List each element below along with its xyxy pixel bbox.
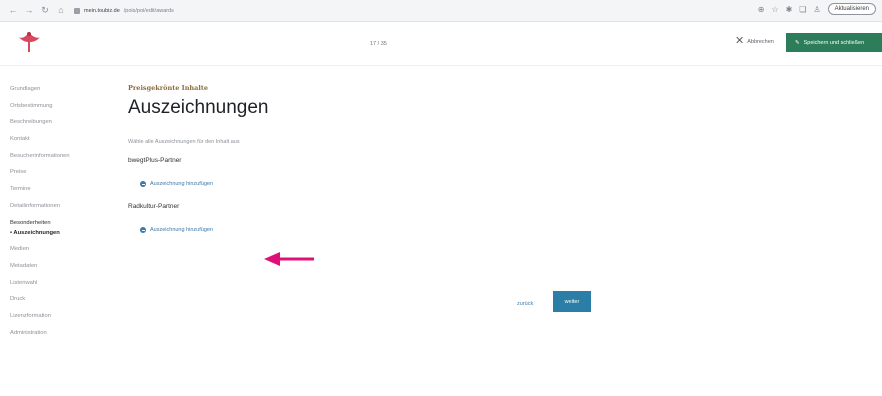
url-path: /pois/poi/edit/awards — [123, 7, 174, 14]
app-header: 17 / 35 ✕ Abbrechen ✎ Speichern und schl… — [0, 22, 882, 66]
sidebar-item-lizenzformation[interactable]: Lizenzformation — [10, 311, 110, 328]
sidebar-item-listenwahl[interactable]: Listenwahl — [10, 278, 110, 295]
sidebar-item-termine[interactable]: Termine — [10, 184, 110, 201]
app-frame: ← → ↻ ⌂ mein.toubiz.de /pois/poi/edit/aw… — [0, 0, 882, 396]
back-link[interactable]: zurück — [517, 301, 533, 307]
sidebar-item-administration[interactable]: Administration — [10, 328, 110, 345]
intro-text: Wähle alle Auszeichnungen für den Inhalt… — [128, 139, 240, 145]
star-icon[interactable]: ☆ — [771, 5, 778, 14]
sidebar-item-druck[interactable]: Druck — [10, 294, 110, 311]
sidebar-item-besucherinformationen[interactable]: Besucherinformationen — [10, 151, 110, 168]
browser-nav: ← → ↻ ⌂ — [8, 5, 66, 16]
section-eyebrow: Preisgekrönte Inhalte — [128, 84, 208, 92]
add-award-link[interactable]: Auszeichnung hinzufügen — [140, 181, 528, 187]
plus-circle-icon — [140, 181, 146, 187]
award-group-label: Radkultur-Partner — [128, 203, 180, 210]
step-progress: 17 / 35 — [370, 41, 387, 47]
profile-icon[interactable]: ♙ — [813, 5, 820, 14]
sidebar-item-preise[interactable]: Preise — [10, 167, 110, 184]
sidebar-item-detailinformationen[interactable]: Detailinformationen — [10, 201, 110, 218]
zoom-icon[interactable]: ⊕ — [758, 5, 765, 14]
sidebar-item-medien[interactable]: Medien — [10, 244, 110, 261]
tabs-icon[interactable]: ❏ — [799, 5, 806, 14]
browser-actions: ⊕ ☆ ✱ ❏ ♙ Aktualisieren — [758, 3, 876, 15]
home-icon[interactable]: ⌂ — [56, 5, 66, 16]
sidebar-item-ortsbestimmung[interactable]: Ortsbestimmung — [10, 101, 110, 118]
sidebar-item-beschreibungen[interactable]: Beschreibungen — [10, 117, 110, 134]
main-content: Preisgekrönte Inhalte Auszeichnungen Wäh… — [128, 84, 528, 249]
page-title: Auszeichnungen — [128, 97, 269, 118]
cancel-button[interactable]: ✕ Abbrechen — [735, 36, 774, 47]
award-group-label: bwegtPlus-Partner — [128, 157, 182, 164]
back-arrow-icon[interactable]: ← — [8, 5, 18, 16]
sidebar-item-grundlagen[interactable]: Grundlagen — [10, 84, 110, 101]
address-bar[interactable]: mein.toubiz.de /pois/poi/edit/awards — [74, 7, 174, 14]
forward-arrow-icon[interactable]: → — [24, 5, 34, 16]
browser-toolbar: ← → ↻ ⌂ mein.toubiz.de /pois/poi/edit/aw… — [0, 0, 882, 22]
lock-icon — [74, 7, 80, 14]
reload-icon[interactable]: ↻ — [40, 5, 50, 16]
add-award-link[interactable]: Auszeichnung hinzufügen — [140, 227, 528, 233]
sidebar-subitem-auszeichnungen[interactable]: • Auszeichnungen — [10, 228, 110, 240]
extensions-icon[interactable]: ✱ — [786, 5, 793, 14]
sidebar-subitem-wrapper: • Auszeichnungen — [10, 228, 110, 244]
ladybug-logo-icon[interactable] — [16, 28, 42, 54]
pencil-icon: ✎ — [795, 39, 800, 46]
url-host: mein.toubiz.de — [84, 7, 120, 14]
save-label: Speichern und schließen — [803, 39, 865, 46]
next-button[interactable]: weiter — [553, 291, 591, 312]
sidebar-item-metadaten[interactable]: Metadaten — [10, 261, 110, 278]
arrow-left-icon — [264, 252, 314, 266]
plus-circle-icon — [140, 227, 146, 233]
save-and-close-button[interactable]: ✎ Speichern und schließen — [786, 33, 882, 52]
sidebar-nav: Grundlagen Ortsbestimmung Beschreibungen… — [10, 84, 110, 344]
add-award-label: Auszeichnung hinzufügen — [150, 227, 213, 233]
sidebar-item-kontakt[interactable]: Kontakt — [10, 134, 110, 151]
cancel-label: Abbrechen — [747, 38, 774, 45]
close-icon: ✕ — [735, 35, 745, 47]
add-award-label: Auszeichnung hinzufügen — [150, 181, 213, 187]
update-button[interactable]: Aktualisieren — [827, 3, 876, 15]
